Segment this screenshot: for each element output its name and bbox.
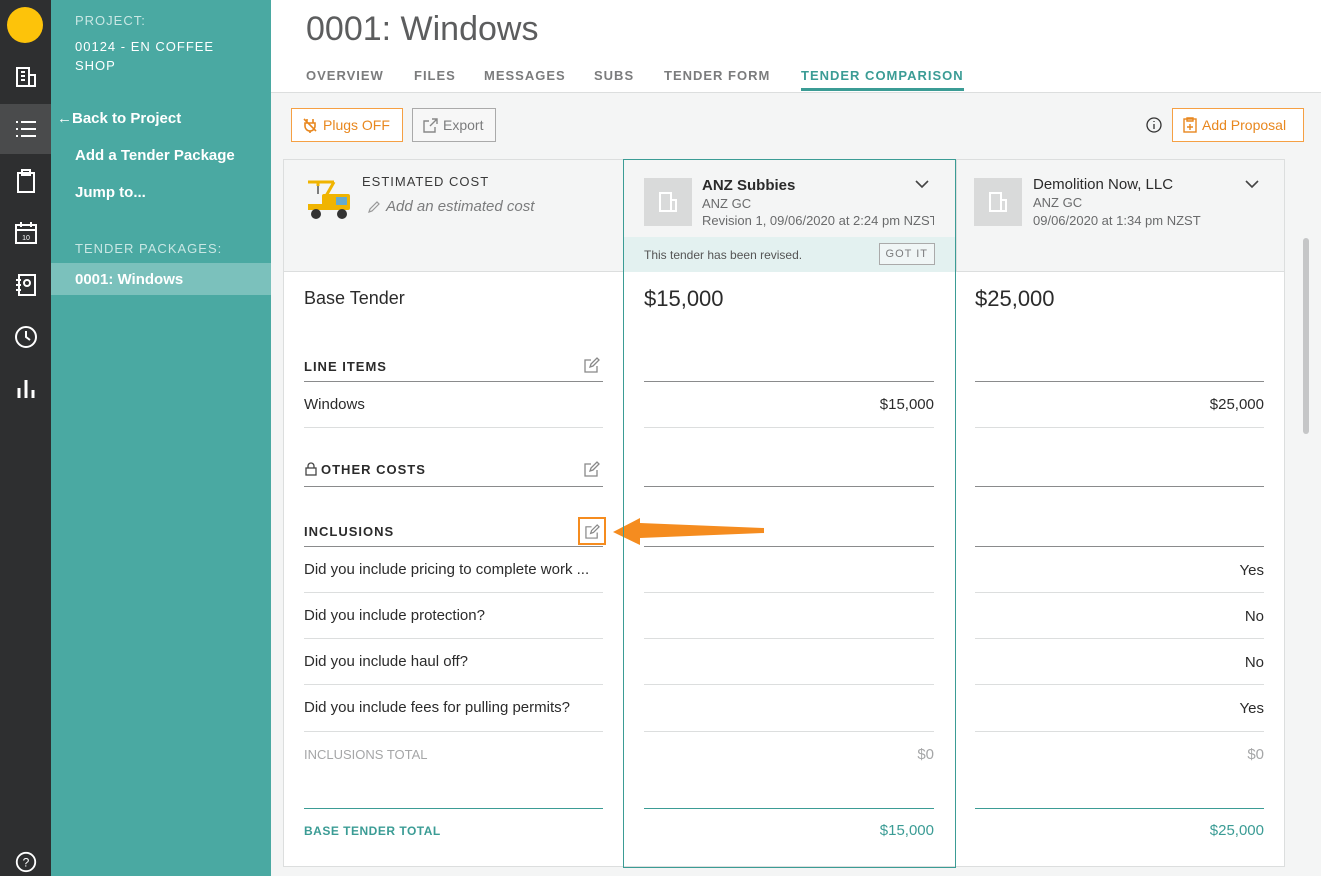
- inclusion-answer: Yes: [1239, 562, 1264, 579]
- estimated-cost-label: ESTIMATED COST: [362, 174, 490, 189]
- inclusions-total-label: INCLUSIONS TOTAL: [304, 747, 428, 762]
- plugs-label: Plugs OFF: [323, 117, 390, 133]
- divider: [304, 592, 603, 593]
- add-document-icon: [1183, 117, 1197, 133]
- edit-icon[interactable]: [584, 461, 600, 477]
- inclusion-question: Did you include haul off?: [304, 653, 469, 670]
- base-tender-total-label: BASE TENDER TOTAL: [304, 824, 441, 838]
- vendor-name[interactable]: Demolition Now, LLC: [1033, 176, 1173, 193]
- line-item-label: Windows: [304, 396, 365, 413]
- project-name: 00124 - EN COFFEE SHOP: [75, 39, 215, 73]
- vendor-company: ANZ GC: [1033, 195, 1083, 210]
- divider: [304, 546, 603, 547]
- divider: [975, 546, 1264, 547]
- plugs-toggle-button[interactable]: Plugs OFF: [291, 108, 403, 142]
- divider: [304, 684, 603, 685]
- edit-icon: [584, 523, 600, 539]
- calendar-icon[interactable]: 10: [0, 208, 51, 258]
- contacts-icon[interactable]: [0, 260, 51, 310]
- inclusion-question: Did you include pricing to complete work…: [304, 561, 590, 578]
- base-tender-label: Base Tender: [304, 288, 405, 308]
- crane-truck-icon: [308, 180, 350, 219]
- project-sidebar: PROJECT: 00124 - EN COFFEE SHOP ←Back to…: [51, 0, 271, 876]
- divider: [975, 638, 1264, 639]
- calendar-day: 10: [22, 235, 30, 242]
- help-glyph: ?: [22, 856, 29, 870]
- line-item-value: $25,000: [1209, 396, 1264, 413]
- inclusion-answer: No: [1244, 608, 1264, 625]
- tender-comparison-table: ESTIMATED COST Add an estimated cost ANZ…: [283, 159, 1285, 868]
- sidebar-item-windows[interactable]: 0001: Windows: [51, 263, 271, 295]
- tab-messages[interactable]: MESSAGES: [484, 68, 566, 88]
- inclusions-heading: INCLUSIONS: [304, 524, 395, 539]
- divider: [975, 684, 1264, 685]
- chevron-down-icon[interactable]: [1245, 180, 1259, 189]
- tab-overview[interactable]: OVERVIEW: [306, 68, 384, 88]
- plug-off-icon: [303, 118, 317, 133]
- divider: [304, 808, 603, 809]
- divider: [975, 808, 1264, 809]
- divider: [975, 381, 1264, 382]
- pencil-icon: [368, 200, 380, 213]
- base-tender-value: $25,000: [975, 286, 1055, 311]
- edit-inclusions-button[interactable]: [578, 517, 606, 545]
- tab-subs[interactable]: SUBS: [594, 68, 634, 88]
- page-header: 0001: Windows OVERVIEW FILES MESSAGES SU…: [271, 0, 1321, 93]
- inclusion-answer: No: [1244, 654, 1264, 671]
- tab-files[interactable]: FILES: [414, 68, 456, 88]
- column-divider: [956, 160, 957, 272]
- selected-vendor-column: [623, 159, 956, 868]
- building-icon: [989, 192, 1007, 212]
- inclusion-question: Did you include protection?: [304, 607, 485, 624]
- icon-rail: 10 ?: [0, 0, 51, 876]
- divider: [304, 638, 603, 639]
- inclusions-total-value: $0: [1247, 746, 1264, 763]
- line-items-heading: LINE ITEMS: [304, 359, 387, 374]
- add-estimate-link[interactable]: Add an estimated cost: [368, 198, 534, 215]
- back-label: Back to Project: [72, 110, 182, 127]
- arrow-left-icon: ←: [57, 110, 72, 127]
- building-icon[interactable]: [0, 52, 51, 102]
- add-proposal-button[interactable]: Add Proposal: [1172, 108, 1304, 142]
- divider: [304, 486, 603, 487]
- base-tender-total-value: $25,000: [1209, 822, 1264, 839]
- tender-packages-label: TENDER PACKAGES:: [75, 241, 223, 256]
- edit-icon[interactable]: [584, 357, 600, 373]
- help-icon[interactable]: ?: [0, 850, 51, 876]
- export-label: Export: [443, 117, 484, 133]
- back-to-project-link[interactable]: ←Back to Project: [57, 110, 181, 127]
- divider: [975, 427, 1264, 428]
- clipboard-icon[interactable]: [0, 156, 51, 206]
- app-logo[interactable]: [7, 7, 43, 43]
- tab-tender-comparison[interactable]: TENDER COMPARISON: [801, 68, 964, 91]
- vertical-scrollbar[interactable]: [1303, 238, 1309, 434]
- export-button[interactable]: Export: [412, 108, 496, 142]
- divider: [304, 731, 603, 732]
- divider: [304, 427, 603, 428]
- divider: [975, 486, 1264, 487]
- info-icon[interactable]: [1146, 117, 1162, 133]
- divider: [975, 592, 1264, 593]
- vendor-date: 09/06/2020 at 1:34 pm NZST: [1033, 213, 1201, 228]
- other-costs-heading: OTHER COSTS: [321, 462, 426, 477]
- list-icon[interactable]: [0, 104, 51, 154]
- add-proposal-label: Add Proposal: [1202, 117, 1287, 133]
- page-title: 0001: Windows: [306, 10, 539, 48]
- export-icon: [423, 117, 438, 133]
- divider: [975, 731, 1264, 732]
- add-estimate-label: Add an estimated cost: [386, 198, 535, 215]
- inclusion-answer: Yes: [1239, 700, 1264, 717]
- divider: [304, 381, 603, 382]
- lock-icon: [305, 462, 317, 476]
- reports-icon[interactable]: [0, 364, 51, 414]
- inclusion-question: Did you include fees for pulling permits…: [304, 699, 570, 716]
- add-tender-package-link[interactable]: Add a Tender Package: [75, 147, 235, 164]
- clock-icon[interactable]: [0, 312, 51, 362]
- project-label: PROJECT:: [75, 13, 146, 28]
- tab-tender-form[interactable]: TENDER FORM: [664, 68, 770, 88]
- jump-to-link[interactable]: Jump to...: [75, 184, 146, 201]
- vendor-logo: [974, 178, 1022, 226]
